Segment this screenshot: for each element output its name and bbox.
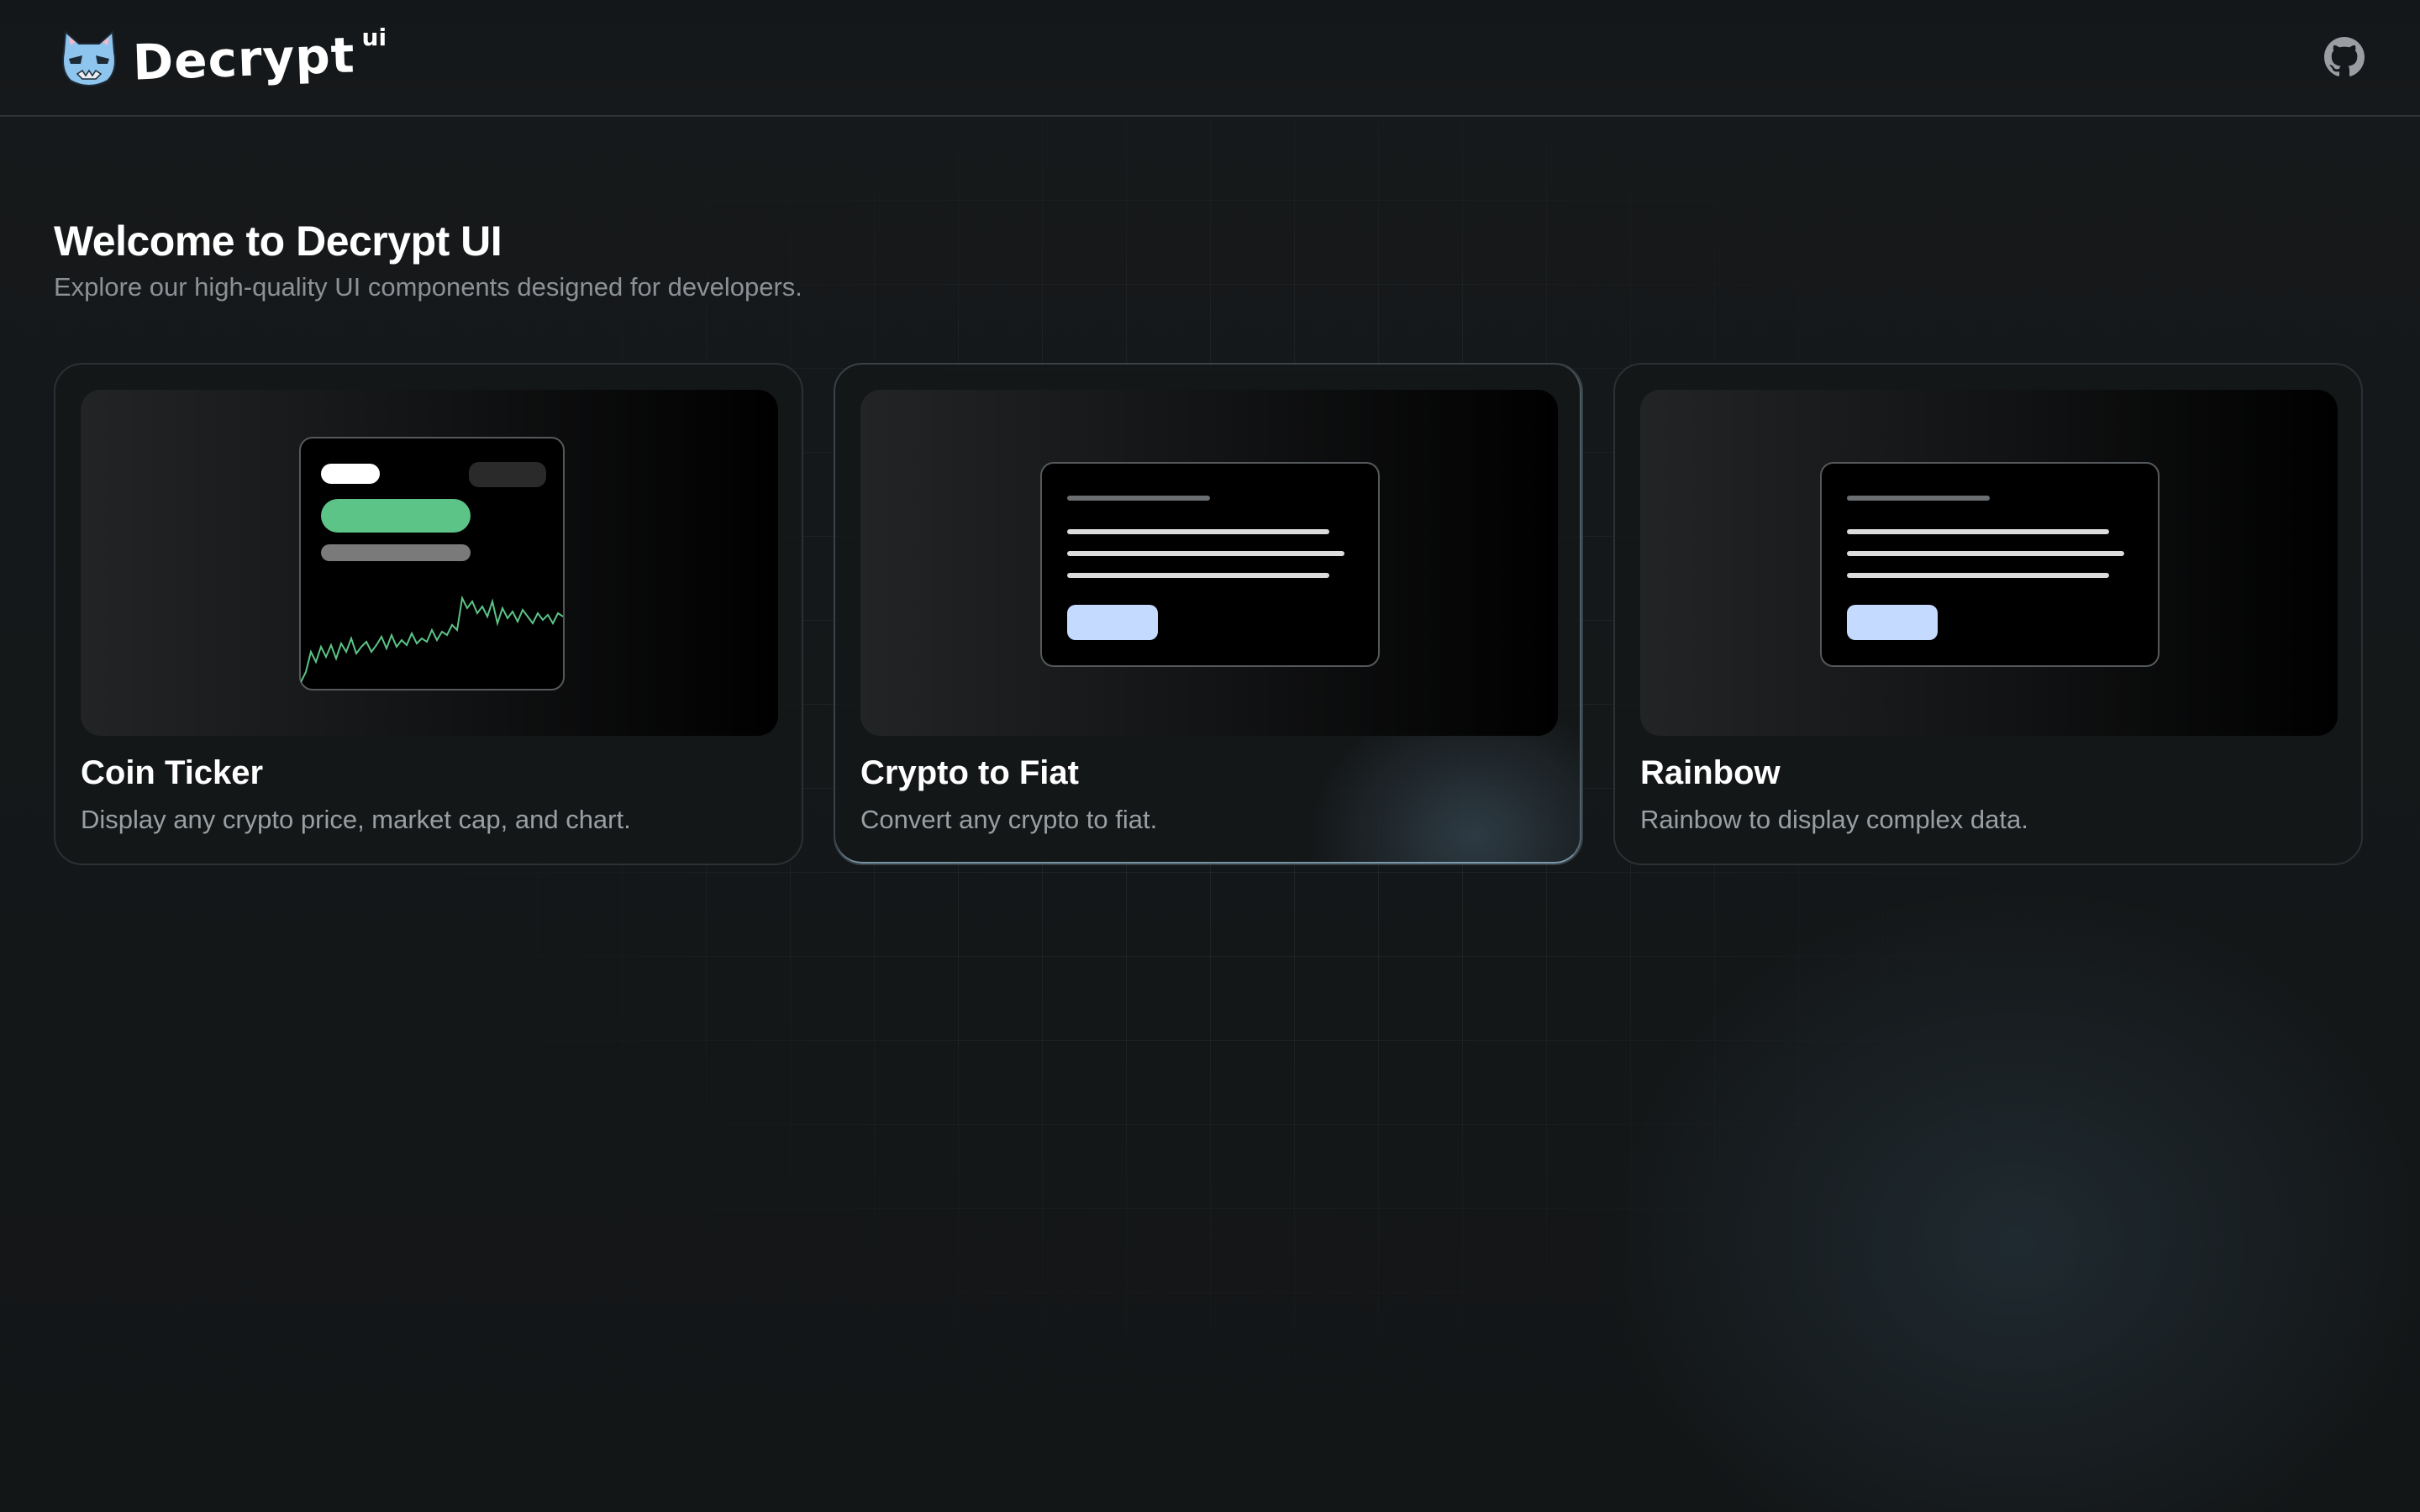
placeholder-line	[1847, 529, 2109, 534]
cat-mascot-icon	[62, 29, 116, 87]
placeholder-line	[1067, 529, 1329, 534]
card-description: Display any crypto price, market cap, an…	[81, 805, 631, 834]
sparkline-chart	[301, 595, 563, 683]
component-card-coin-ticker[interactable]: Coin Ticker Display any crypto price, ma…	[54, 363, 803, 865]
logo-link[interactable]: Decrypt ui	[57, 24, 387, 92]
card-description: Rainbow to display complex data.	[1640, 805, 2028, 834]
placeholder-line	[1847, 573, 2109, 578]
ticker-badge-placeholder	[469, 462, 546, 487]
card-title: Crypto to Fiat	[860, 754, 1079, 791]
ticker-cap-placeholder	[321, 544, 471, 561]
placeholder-line	[1847, 551, 2124, 556]
logo-wordmark: Decrypt	[131, 26, 356, 92]
ticker-widget-mock	[299, 437, 565, 690]
github-icon[interactable]	[2324, 37, 2365, 77]
ticker-name-placeholder	[321, 464, 380, 484]
placeholder-line	[1847, 496, 1990, 501]
top-header: Decrypt ui	[0, 0, 2420, 117]
card-title: Rainbow	[1640, 754, 1781, 791]
placeholder-button	[1067, 605, 1158, 640]
converter-widget-mock	[1040, 462, 1380, 667]
ticker-price-placeholder	[321, 499, 471, 533]
placeholder-line	[1067, 496, 1210, 501]
page: Decrypt ui Welcome to Decrypt UI Explore…	[0, 0, 2420, 1512]
placeholder-line	[1067, 573, 1329, 578]
rainbow-preview	[1640, 390, 2338, 736]
page-subtitle: Explore our high-quality UI components d…	[54, 272, 802, 302]
coin-ticker-preview	[81, 390, 778, 736]
card-description: Convert any crypto to fiat.	[860, 805, 1158, 834]
component-card-rainbow[interactable]: Rainbow Rainbow to display complex data.	[1613, 363, 2363, 865]
converter-preview	[860, 390, 1558, 736]
card-title: Coin Ticker	[81, 754, 264, 791]
logo-superscript: ui	[361, 23, 387, 51]
page-title: Welcome to Decrypt UI	[54, 218, 502, 265]
placeholder-button	[1847, 605, 1938, 640]
component-card-crypto-to-fiat[interactable]: Crypto to Fiat Convert any crypto to fia…	[834, 363, 1583, 865]
rainbow-widget-mock	[1820, 462, 2160, 667]
placeholder-line	[1067, 551, 1344, 556]
